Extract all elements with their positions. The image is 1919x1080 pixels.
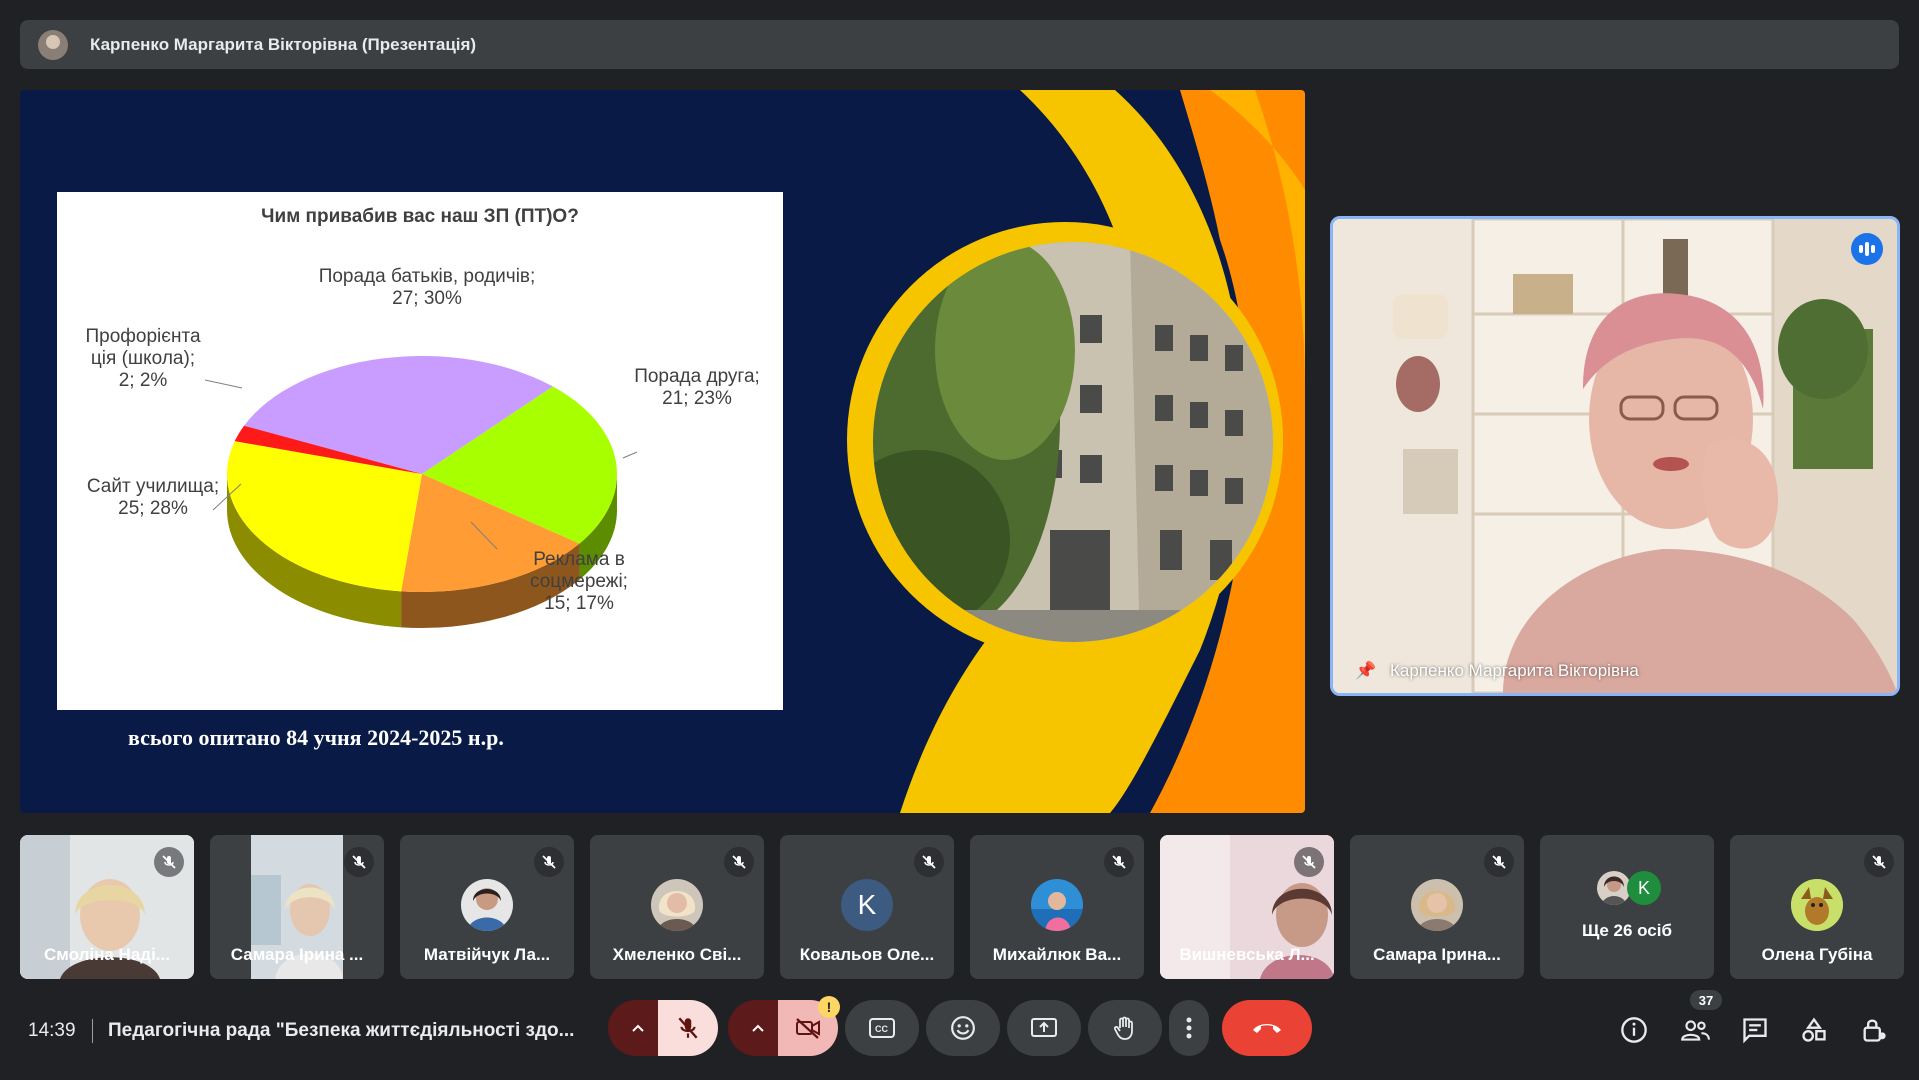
mic-off-icon	[1104, 847, 1134, 877]
mic-off-icon	[1484, 847, 1514, 877]
mic-off-icon	[154, 847, 184, 877]
reactions-button[interactable]	[926, 1000, 1000, 1056]
hand-icon	[1113, 1016, 1133, 1040]
participant-tile[interactable]: Самара Ірина...	[1350, 835, 1524, 979]
participant-name: Хмеленко Сві...	[612, 945, 742, 964]
presenter-avatar	[38, 29, 68, 60]
participant-tile[interactable]: Хмеленко Сві...	[590, 835, 764, 979]
participant-tile[interactable]: Смоліна Наді...	[20, 835, 194, 979]
mic-off-icon	[344, 847, 374, 877]
people-button[interactable]	[1679, 1016, 1711, 1049]
leave-call-button[interactable]	[1222, 1000, 1312, 1056]
info-icon	[1621, 1017, 1647, 1043]
present-screen-button[interactable]	[1007, 1000, 1081, 1056]
pie-slice-label: Профорієнта ція (школа); 2; 2%	[85, 326, 200, 391]
presenter-bar: Карпенко Маргарита Вікторівна (Презентац…	[20, 20, 1899, 69]
meeting-title: Педагогічна рада "Безпека життєдіяльност…	[108, 1020, 575, 1041]
speaking-indicator-icon	[1851, 233, 1883, 265]
clock: 14:39	[28, 1020, 76, 1041]
mic-off-icon	[914, 847, 944, 877]
pie-slice-label: Реклама в соцмережі; 15; 17%	[530, 549, 628, 614]
people-count-badge: 37	[1690, 990, 1722, 1010]
mic-off-icon	[1864, 847, 1894, 877]
slide-caption: всього опитано 84 учня 2024-2025 н.р.	[128, 725, 504, 750]
people-icon	[1681, 1020, 1710, 1041]
participant-avatar: K	[841, 879, 893, 931]
pie-slice-label: Порада друга; 21; 23%	[634, 366, 760, 409]
end-call-icon	[1253, 1024, 1281, 1033]
mic-off-icon	[724, 847, 754, 877]
host-controls-button[interactable]	[1860, 1016, 1888, 1049]
participant-name: Олена Губіна	[1761, 945, 1873, 964]
svg-text:CC: CC	[875, 1024, 888, 1034]
shapes-icon	[1802, 1017, 1826, 1042]
more-vert-icon	[1186, 1017, 1192, 1039]
emoji-icon	[951, 1016, 975, 1040]
participant-name: Матвійчук Ла...	[423, 945, 551, 964]
participant-name: Вишневська Л...	[1179, 945, 1315, 964]
camera-warning-badge: !	[818, 996, 840, 1018]
chevron-up-icon	[632, 1024, 644, 1032]
participant-tile[interactable]: Михайлюк Ва...	[970, 835, 1144, 979]
meeting-info-button[interactable]	[1620, 1016, 1648, 1049]
participant-avatar	[1791, 879, 1843, 931]
more-participants-tile[interactable]: K Ще 26 осіб	[1540, 835, 1714, 979]
present-icon	[1031, 1018, 1057, 1037]
more-options-button[interactable]	[1169, 1000, 1209, 1056]
speaker-tile[interactable]: 📌 Карпенко Маргарита Вікторівна	[1330, 216, 1900, 696]
participant-avatar	[1411, 879, 1463, 931]
participant-tile[interactable]: K Ковальов Оле...	[780, 835, 954, 979]
leader-line	[622, 451, 638, 459]
chat-icon	[1743, 1018, 1767, 1044]
pie-slice-label: Сайт училища; 25; 28%	[87, 476, 219, 519]
raise-hand-button[interactable]	[1088, 1000, 1162, 1056]
participant-tile[interactable]: Матвійчук Ла...	[400, 835, 574, 979]
pie-chart: Порада батьків, родичів; 27; 30% Порада др…	[85, 266, 760, 628]
participant-name: Михайлюк Ва...	[992, 945, 1122, 964]
speaker-name: Карпенко Маргарита Вікторівна	[1390, 661, 1639, 680]
participant-avatar	[651, 879, 703, 931]
pie-slice-label: Порада батьків, родичів; 27; 30%	[319, 266, 536, 309]
control-bar: 14:39 Педагогічна рада "Безпека життєдія…	[0, 990, 1919, 1080]
pie-chart-panel: Чим привабив вас наш ЗП (ПТ)О? Порада ба…	[57, 192, 783, 710]
speaker-video	[1333, 219, 1897, 693]
lock-person-icon	[1863, 1019, 1886, 1042]
camera-off-icon	[796, 1018, 820, 1039]
captions-button[interactable]: CC	[845, 1000, 919, 1056]
more-participants-label: Ще 26 осіб	[1582, 921, 1672, 940]
pin-icon[interactable]: 📌	[1355, 661, 1376, 681]
chat-button[interactable]	[1741, 1016, 1769, 1049]
divider	[92, 1019, 93, 1043]
mic-off-icon	[1294, 847, 1324, 877]
chevron-up-icon	[752, 1024, 764, 1032]
leader-line	[204, 379, 243, 389]
participant-name: Смоліна Наді...	[44, 945, 170, 964]
mic-off-icon	[678, 1017, 698, 1039]
mic-toggle-button[interactable]	[658, 1000, 718, 1056]
participant-avatar	[1031, 879, 1083, 931]
participant-initial: K	[857, 889, 877, 920]
participant-tile[interactable]: Олена Губіна	[1730, 835, 1904, 979]
more-participants-avatars: K	[1597, 871, 1661, 905]
mic-off-icon	[534, 847, 564, 877]
participant-tile[interactable]: Самара Ірина ...	[210, 835, 384, 979]
participant-name: Ковальов Оле...	[799, 945, 935, 964]
presentation-stage[interactable]: Чим привабив вас наш ЗП (ПТ)О? Порада ба…	[20, 90, 1305, 813]
presenter-title: Карпенко Маргарита Вікторівна (Презентац…	[90, 34, 477, 54]
participant-tile[interactable]: Вишневська Л...	[1160, 835, 1334, 979]
participant-name: Самара Ірина ...	[230, 945, 364, 964]
activities-button[interactable]	[1800, 1016, 1828, 1049]
captions-icon: CC	[869, 1018, 895, 1038]
participant-name: Самара Ірина...	[1373, 945, 1501, 964]
participant-avatar	[461, 879, 513, 931]
